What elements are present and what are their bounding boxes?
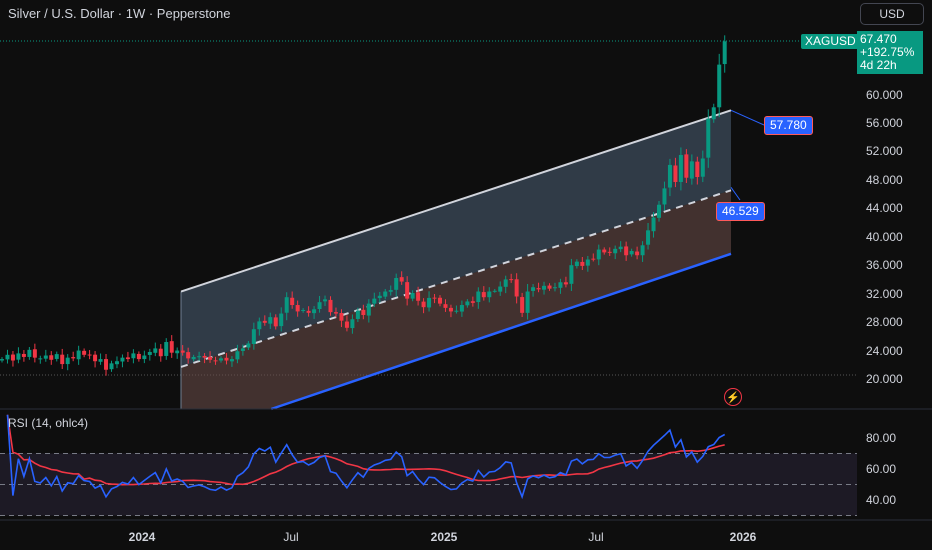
candle [104,353,109,376]
lightning-icon[interactable]: ⚡ [724,388,742,406]
candle [158,344,163,362]
candle [60,348,65,369]
candle [16,347,21,364]
currency-button[interactable]: USD [860,3,924,25]
upper-level-pointer [730,109,765,126]
candle [175,347,180,359]
candle [114,356,119,369]
symbol-tag: XAGUSD [801,34,860,49]
candle [125,351,130,362]
price-axis-label: 60.000 [866,87,903,102]
price-axis-label: 56.000 [866,115,903,130]
time-axis-label: 2024 [128,530,156,544]
candle [164,338,169,360]
regression-channel [180,109,765,411]
time-axis-label: Jul [283,530,299,544]
candle [82,348,87,358]
candle [5,349,10,364]
chart-title: Silver / U.S. Dollar · 1W · Pepperstone [8,6,231,21]
price-axis-label: 36.000 [866,258,903,273]
candle [120,354,125,368]
upper-channel-level-tag[interactable]: 57.780 [764,116,813,135]
candle [131,349,136,364]
last-price-tag: 67.470 +192.75% 4d 22h [857,31,923,74]
candle [0,357,4,363]
time-axis-label: 2025 [430,530,458,544]
price-axis-label: 28.000 [866,315,903,330]
bar-countdown: 4d 22h [860,58,897,72]
candle [27,346,32,360]
candle [136,351,141,362]
rsi-pane [0,414,857,516]
candle [38,355,43,364]
time-axis-label: 2026 [729,530,757,544]
candle [10,351,15,367]
candle [717,53,722,118]
price-axis-label: 44.000 [866,201,903,216]
price-axis-label: 20.000 [866,372,903,386]
price-axis-label: 52.000 [866,144,903,159]
price-axis-label: 40.000 [866,229,903,244]
candle [32,343,37,363]
candle [147,348,152,361]
candle [98,353,103,365]
time-axis-label: Jul [588,530,604,544]
candle [109,360,114,372]
candle [87,350,92,360]
rsi-axis-label: 60.00 [866,462,897,476]
candle [21,350,26,362]
price-axis-label: 32.000 [866,286,903,301]
rsi-axis-label: 80.00 [866,431,897,445]
candle [76,345,81,365]
rsi-axis-label: 40.00 [866,493,897,507]
middle-level-pointer [730,187,741,201]
candle [49,351,54,365]
candle [142,350,147,364]
candle [54,351,59,362]
price-axis-label: 48.000 [866,172,903,187]
rsi-title: RSI (14, ohlc4) [8,416,89,430]
price-axis-label: 24.000 [866,343,903,358]
candle [65,354,70,371]
candle [169,335,174,358]
chart-canvas[interactable] [0,0,932,550]
candle [153,342,158,357]
candle [43,349,48,362]
candle [71,351,76,362]
candle [93,351,98,368]
middle-channel-level-tag[interactable]: 46.529 [716,202,765,221]
